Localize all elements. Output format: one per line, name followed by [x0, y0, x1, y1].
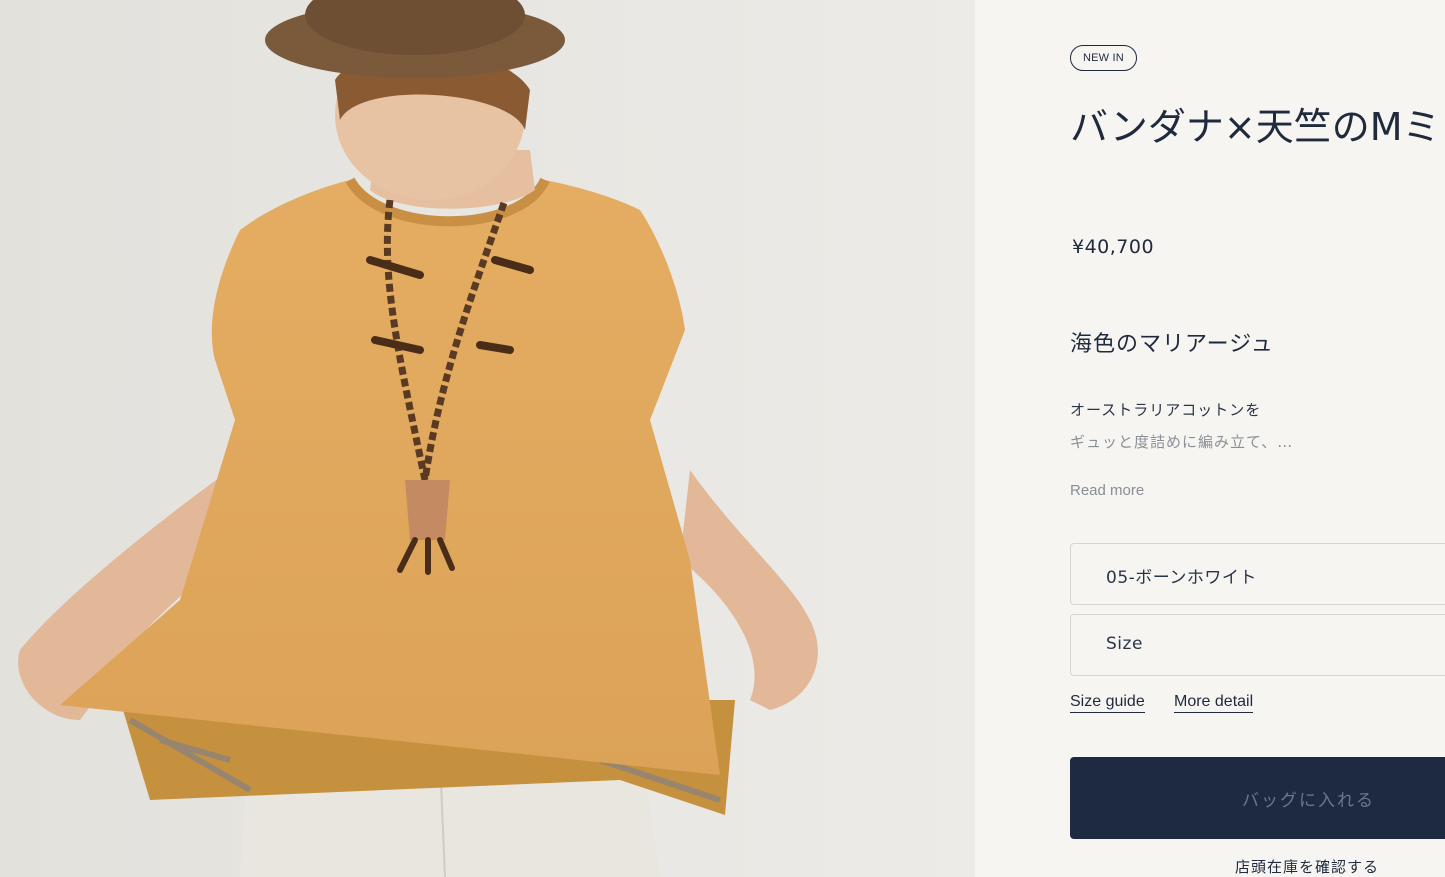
color-select-value: 05-ボーンホワイト — [1106, 568, 1257, 588]
description-line-2: ギュッと度詰めに編み立て、… — [1070, 433, 1294, 451]
size-select-placeholder: Size — [1106, 634, 1143, 654]
description-line-1: オーストラリアコットンを — [1070, 401, 1262, 419]
add-to-bag-label: バッグに入れる — [1242, 791, 1375, 811]
product-subtitle: 海色のマリアージュ — [1070, 332, 1274, 357]
product-title: バンダナ×天竺のMミ — [1070, 105, 1441, 149]
model-image — [0, 0, 975, 877]
more-detail-link[interactable]: More detail — [1174, 693, 1254, 713]
color-select[interactable]: 05-ボーンホワイト — [1070, 543, 1445, 605]
read-more-link[interactable]: Read more — [1070, 482, 1144, 499]
size-select[interactable]: Size — [1070, 614, 1445, 676]
add-to-bag-button[interactable]: バッグに入れる — [1070, 757, 1445, 839]
new-in-badge: NEW IN — [1070, 45, 1137, 71]
product-photo — [0, 0, 975, 877]
check-store-stock-link[interactable]: 店頭在庫を確認する — [1235, 856, 1379, 877]
size-guide-link[interactable]: Size guide — [1070, 693, 1145, 713]
product-price: ¥40,700 — [1072, 236, 1155, 258]
